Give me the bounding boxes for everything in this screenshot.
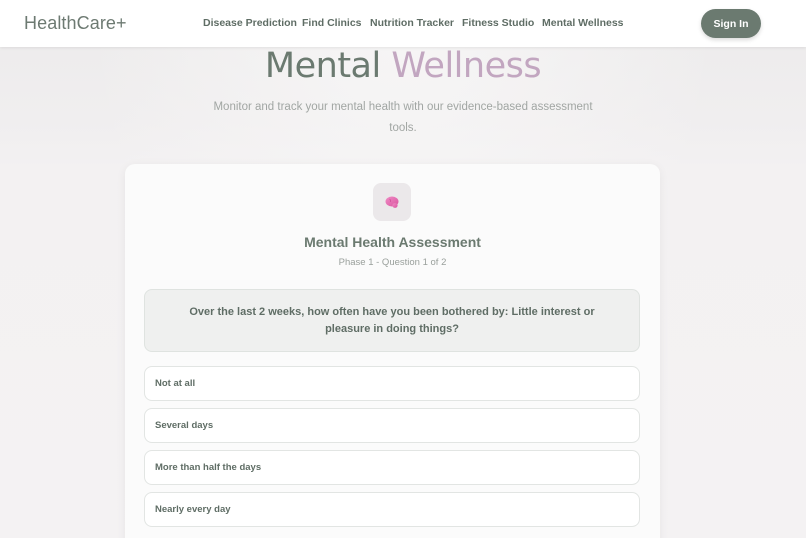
top-navbar: HealthCare+ Disease Prediction Find Clin… [0, 0, 806, 47]
question-box: Over the last 2 weeks, how often have yo… [144, 289, 640, 352]
page-title-main: Mental [264, 46, 381, 86]
nav-link-mental-wellness[interactable]: Mental Wellness [542, 17, 624, 29]
answer-option-several-days[interactable]: Several days [144, 408, 640, 443]
nav-link-fitness-studio[interactable]: Fitness Studio [462, 17, 534, 29]
sign-in-button[interactable]: Sign In [701, 9, 761, 38]
answer-option-label: Several days [155, 420, 214, 431]
answer-option-label: Nearly every day [155, 504, 231, 515]
answer-option-not-at-all[interactable]: Not at all [144, 366, 640, 401]
brain-icon [385, 196, 399, 208]
assessment-icon-container [373, 183, 411, 221]
assessment-card: Mental Health Assessment Phase 1 - Quest… [125, 164, 660, 538]
nav-link-find-clinics[interactable]: Find Clinics [302, 17, 362, 29]
answer-option-more-than-half[interactable]: More than half the days [144, 450, 640, 485]
main-nav: Disease Prediction Find Clinics Nutritio… [0, 17, 806, 31]
page-subtitle: Monitor and track your mental health wit… [213, 101, 593, 134]
page-title: Mental Wellness [0, 46, 806, 86]
nav-link-disease-prediction[interactable]: Disease Prediction [203, 17, 297, 29]
answer-option-nearly-every-day[interactable]: Nearly every day [144, 492, 640, 527]
answer-option-label: Not at all [155, 378, 196, 389]
question-text: Over the last 2 weeks, how often have yo… [189, 305, 595, 335]
nav-link-nutrition-tracker[interactable]: Nutrition Tracker [370, 17, 454, 29]
assessment-progress: Phase 1 - Question 1 of 2 [338, 257, 447, 268]
page-title-accent: Wellness [391, 46, 542, 86]
assessment-title: Mental Health Assessment [304, 234, 481, 250]
answer-option-label: More than half the days [155, 462, 262, 473]
